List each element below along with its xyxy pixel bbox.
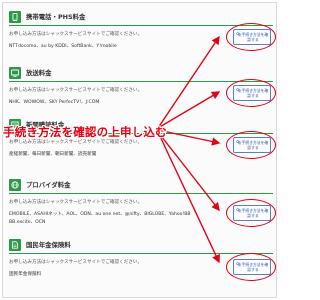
annotation-label: 手続き方法を確認の上申し込む xyxy=(3,125,167,139)
annotation-arrows xyxy=(157,35,221,264)
arrow-2 xyxy=(157,91,221,129)
arrow-3 xyxy=(157,129,221,146)
arrow-1 xyxy=(157,35,220,129)
arrow-5 xyxy=(157,131,220,264)
